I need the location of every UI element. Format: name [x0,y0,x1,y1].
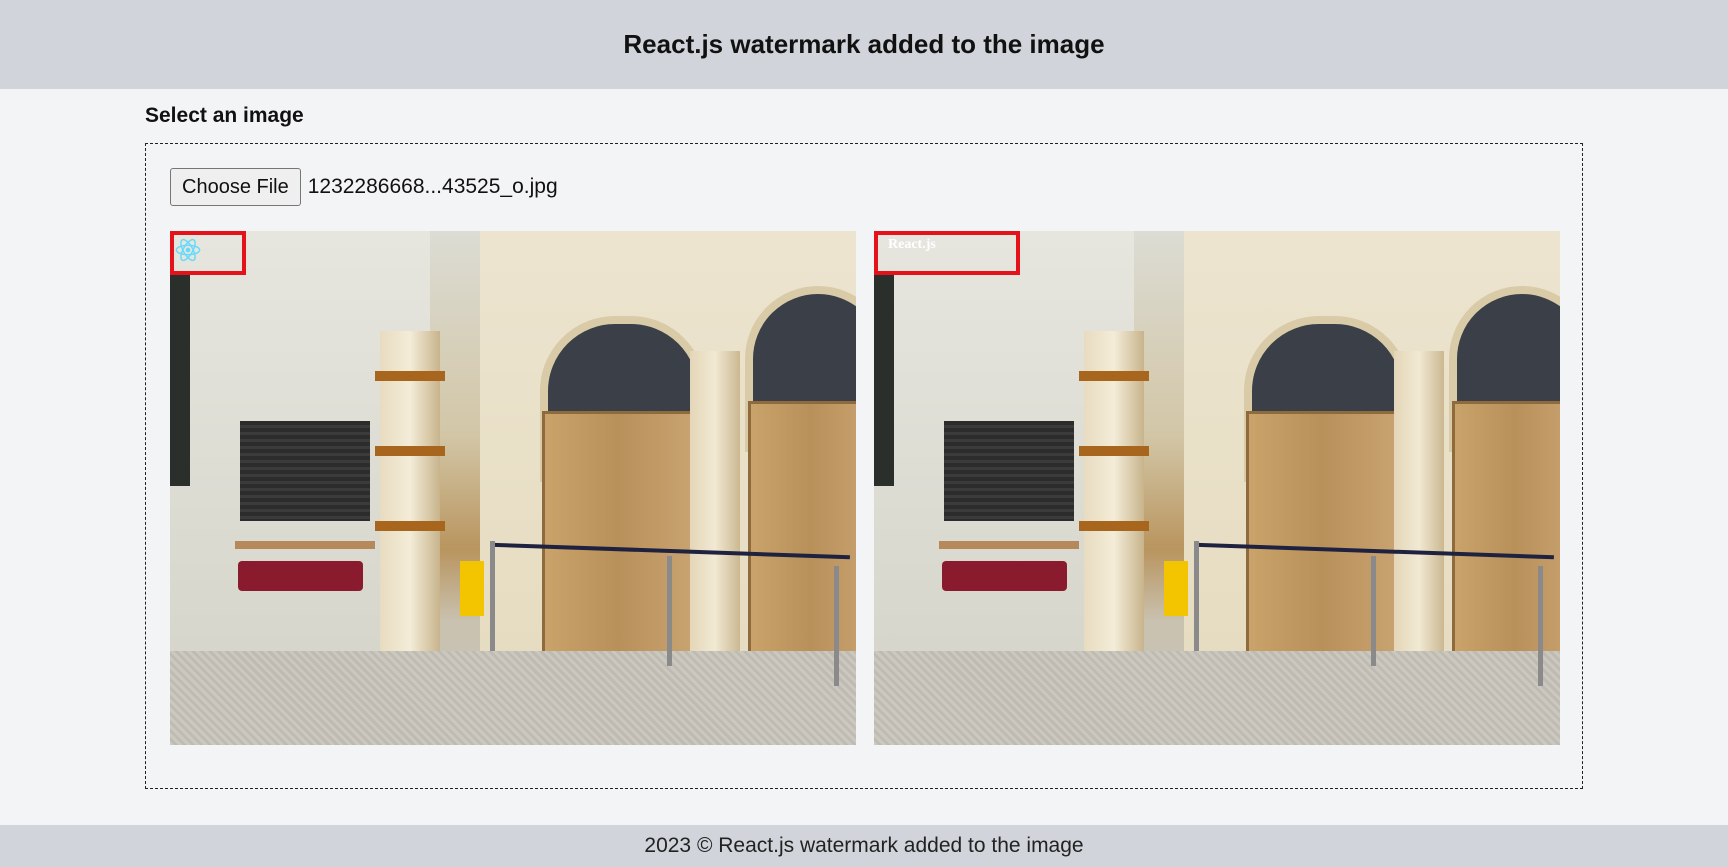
app-footer: 2023 © React.js watermark added to the i… [0,825,1728,867]
file-input[interactable]: Choose File 1232286668...43525_o.jpg [170,168,558,206]
watermarked-image-text: React.js [874,231,1560,745]
watermarked-image-logo [170,231,856,745]
page-title: React.js watermark added to the image [623,29,1105,59]
app-header: React.js watermark added to the image [0,0,1728,89]
select-image-label: Select an image [145,104,304,127]
upload-panel: Choose File 1232286668...43525_o.jpg Rea… [145,143,1583,789]
footer-text: 2023 © React.js watermark added to the i… [644,834,1084,857]
selected-file-name: 1232286668...43525_o.jpg [307,175,558,198]
react-logo-icon [175,238,201,262]
choose-file-button[interactable]: Choose File [170,168,301,206]
text-watermark: React.js [888,237,936,252]
